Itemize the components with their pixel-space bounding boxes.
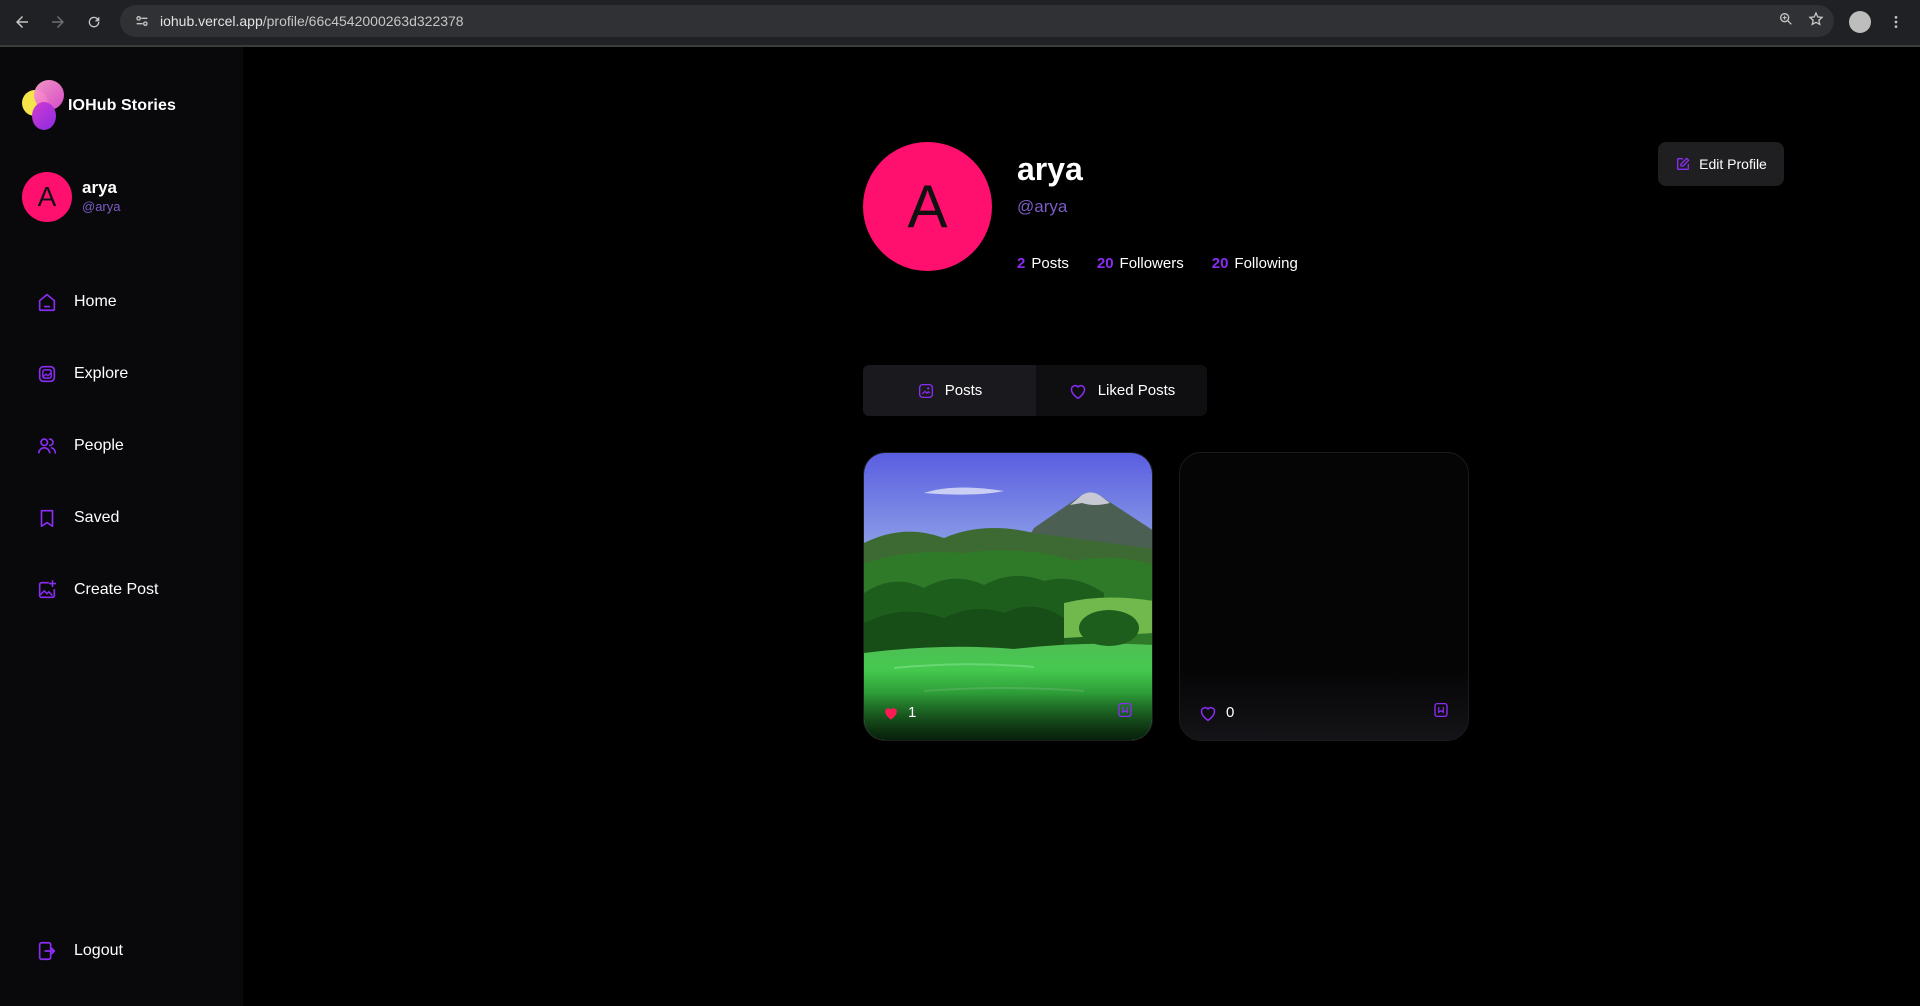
bookmark-icon — [40, 509, 54, 528]
arrow-left-icon — [16, 16, 28, 28]
sidebar-user-name: arya — [82, 178, 117, 197]
address-bar[interactable]: iohub.vercel.app/profile/66c4542000263d3… — [120, 5, 1834, 37]
post-card-footer: 1 — [882, 701, 1134, 724]
logout-button[interactable]: Logout — [36, 940, 123, 962]
like-count: 1 — [908, 704, 917, 721]
arrow-right-icon — [52, 16, 64, 28]
sidebar-nav: Home Explore People Saved Create Post — [24, 266, 234, 626]
profile-name: arya — [1017, 151, 1083, 187]
save-button[interactable] — [1116, 701, 1134, 724]
more-vert-icon — [1894, 16, 1898, 28]
tab-label: Liked Posts — [1097, 382, 1176, 399]
heart-icon — [1070, 384, 1086, 399]
reload-icon — [88, 16, 100, 28]
sidebar-item-label: Saved — [74, 509, 120, 526]
stat-following: 20 Following — [1212, 255, 1298, 272]
people-icon — [37, 438, 57, 454]
heart-icon — [1200, 706, 1216, 721]
bookmark-icon — [1118, 702, 1132, 718]
sidebar-item-label: Create Post — [74, 581, 159, 598]
profile-page: A arya @arya 2 Posts 20 Followers 20 Follow… — [243, 47, 1920, 1006]
posts-grid: 1 0 — [863, 452, 1469, 741]
tab-label: Posts — [944, 382, 983, 399]
profile-avatar-icon — [1849, 11, 1871, 33]
heart-filled-icon — [885, 707, 897, 720]
sidebar-item-label: Home — [74, 293, 117, 310]
sidebar-item-saved[interactable]: Saved — [24, 482, 234, 554]
stat-label: Following — [1234, 255, 1298, 272]
sidebar-user-handle: @arya — [82, 199, 121, 214]
profile-avatar: A — [863, 142, 992, 271]
star-icon[interactable] — [1808, 10, 1824, 32]
sidebar-item-people[interactable]: People — [24, 410, 234, 482]
profile-handle: @arya — [1017, 197, 1068, 216]
browser-toolbar: iohub.vercel.app/profile/66c4542000263d3… — [0, 0, 1920, 45]
stat-posts: 2 Posts — [1017, 255, 1069, 272]
profile-tabs: Posts Liked Posts — [863, 365, 1207, 416]
create-post-icon — [38, 580, 57, 599]
browser-profile-button[interactable] — [1846, 8, 1874, 36]
logout-icon — [38, 941, 56, 961]
sidebar-item-label: Explore — [74, 365, 129, 382]
explore-icon — [38, 365, 56, 383]
posts-icon — [918, 383, 933, 398]
forward-button[interactable] — [40, 4, 76, 40]
stat-label: Posts — [1031, 255, 1069, 272]
stat-value: 20 — [1096, 255, 1114, 272]
edit-icon — [1677, 157, 1690, 170]
logout-label: Logout — [74, 942, 123, 959]
stat-value: 20 — [1211, 255, 1229, 272]
zoom-icon[interactable] — [1778, 11, 1794, 32]
brand-name: IOHub Stories — [68, 97, 176, 114]
tab-liked-posts[interactable]: Liked Posts — [1036, 365, 1207, 416]
avatar: A — [22, 172, 72, 222]
sidebar-user[interactable]: A arya @arya — [22, 172, 121, 222]
edit-profile-button[interactable]: Edit Profile — [1658, 142, 1784, 186]
post-card[interactable]: 0 — [1179, 452, 1469, 741]
stat-label: Followers — [1119, 255, 1184, 272]
back-button[interactable] — [4, 4, 40, 40]
url-host: iohub.vercel.app — [160, 13, 263, 29]
profile-stats: 2 Posts 20 Followers 20 Following — [1017, 255, 1298, 272]
sidebar-item-home[interactable]: Home — [24, 266, 234, 338]
post-card[interactable]: 1 — [863, 452, 1153, 741]
post-card-footer: 0 — [1198, 701, 1450, 724]
save-button[interactable] — [1432, 701, 1450, 724]
url-path: /profile/66c4542000263d322378 — [262, 13, 464, 29]
like-button[interactable]: 0 — [1198, 704, 1234, 722]
bookmark-icon — [1434, 702, 1448, 718]
reload-button[interactable] — [76, 4, 112, 40]
like-button[interactable]: 1 — [882, 704, 916, 721]
stat-value: 2 — [1017, 255, 1026, 272]
home-icon — [38, 293, 56, 312]
url-text: iohub.vercel.app/profile/66c4542000263d3… — [160, 13, 464, 29]
sidebar-item-label: People — [74, 437, 124, 454]
site-info-icon[interactable] — [124, 5, 160, 37]
logo-icon — [22, 80, 68, 132]
brand-logo[interactable]: IOHub Stories — [22, 80, 176, 132]
edit-profile-label: Edit Profile — [1699, 156, 1767, 172]
tab-posts[interactable]: Posts — [863, 365, 1036, 416]
sidebar-item-explore[interactable]: Explore — [24, 338, 234, 410]
sidebar-item-create-post[interactable]: Create Post — [24, 554, 234, 626]
stat-followers: 20 Followers — [1097, 255, 1184, 272]
like-count: 0 — [1226, 704, 1235, 721]
browser-menu-button[interactable] — [1882, 8, 1910, 36]
left-sidebar: IOHub Stories A arya @arya Home Explore … — [0, 47, 243, 1006]
